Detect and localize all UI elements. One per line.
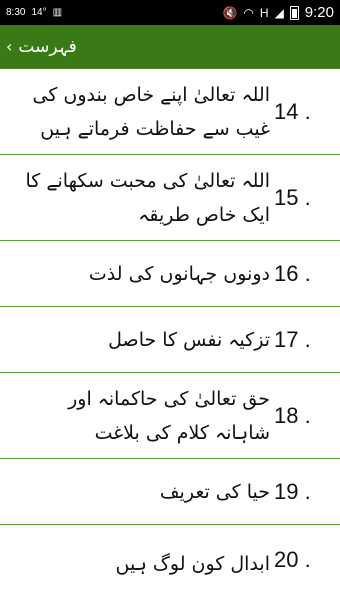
item-title: حیا کی تعریف xyxy=(159,480,270,503)
app-bar: ‹ فہرست xyxy=(0,25,340,68)
page-title: فہرست xyxy=(18,37,77,57)
item-title: حق تعالیٰ کی حاکمانہ اور شاہانہ کلام کی … xyxy=(68,387,270,444)
status-temperature: 14° xyxy=(31,7,47,18)
status-clock-small: 8:30 xyxy=(6,7,26,18)
item-number: 19 . xyxy=(274,478,311,504)
list-item-20[interactable]: 20 . ابدال کون لوگ ہیں xyxy=(0,525,340,601)
list-item-16[interactable]: 16 . دونوں جہانوں کی لذت xyxy=(0,241,340,307)
signal-icon: ◢ xyxy=(274,5,284,20)
list-item-14[interactable]: 14 . اللہ تعالیٰ اپنے خاص بندوں کی غیب س… xyxy=(0,69,340,155)
status-time: 9:20 xyxy=(304,4,334,21)
status-bar: 8:30 14° ▥ 🔇 ◠ H ◢ 9:20 xyxy=(0,0,340,25)
back-chevron-icon[interactable]: ‹ xyxy=(6,38,12,55)
item-title: دونوں جہانوں کی لذت xyxy=(88,262,270,285)
item-number: 14 . xyxy=(274,98,311,124)
item-number: 16 . xyxy=(274,260,311,286)
network-type: H xyxy=(259,5,269,20)
status-left: 8:30 14° ▥ xyxy=(6,7,62,18)
item-number: 17 . xyxy=(274,326,311,352)
toc-list: 14 . اللہ تعالیٰ اپنے خاص بندوں کی غیب س… xyxy=(0,68,340,601)
wifi-icon: ◠ xyxy=(243,5,254,20)
item-number: 20 . xyxy=(274,547,311,572)
barcode-icon: ▥ xyxy=(52,6,63,18)
list-item-18[interactable]: 18 . حق تعالیٰ کی حاکمانہ اور شاہانہ کلا… xyxy=(0,373,340,459)
list-item-15[interactable]: 15 . اللہ تعالیٰ کی محبت سکھانے کا ایک خ… xyxy=(0,155,340,241)
status-right: 🔇 ◠ H ◢ 9:20 xyxy=(222,4,334,21)
battery-icon xyxy=(289,5,299,20)
list-item-19[interactable]: 19 . حیا کی تعریف xyxy=(0,459,340,525)
item-title: ابدال کون لوگ ہیں xyxy=(115,553,271,575)
item-title: اللہ تعالیٰ کی محبت سکھانے کا ایک خاص طر… xyxy=(25,169,271,226)
item-number: 18 . xyxy=(274,402,311,428)
item-title: تزکیہ نفس کا حاصل xyxy=(108,328,270,351)
mute-icon: 🔇 xyxy=(222,5,238,20)
item-title: اللہ تعالیٰ اپنے خاص بندوں کی غیب سے حفا… xyxy=(32,83,271,140)
item-number: 15 . xyxy=(274,184,311,210)
list-item-17[interactable]: 17 . تزکیہ نفس کا حاصل xyxy=(0,307,340,373)
